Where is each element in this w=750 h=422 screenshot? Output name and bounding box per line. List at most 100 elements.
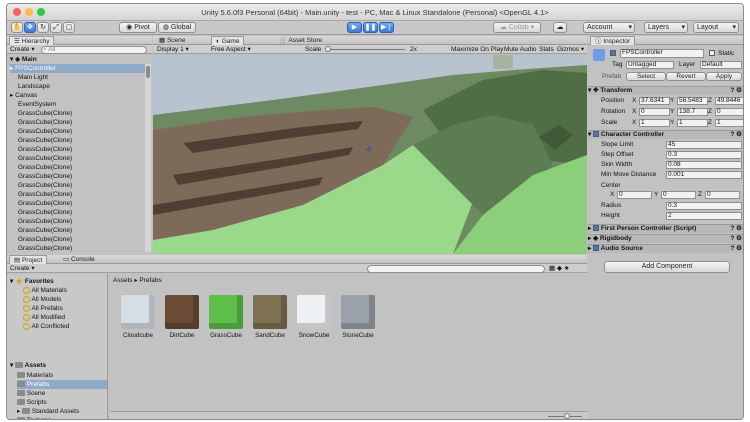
asset-folder[interactable]: Scene [17,389,45,398]
breadcrumb-prefabs[interactable]: Prefabs [139,277,161,284]
icon-size-slider-thumb[interactable] [564,413,570,419]
rect-tool-icon[interactable]: ▢ [63,22,75,33]
hierarchy-scroll-thumb[interactable] [146,66,150,78]
asset-folder[interactable]: Prefabs [17,380,107,389]
scale-y-field[interactable]: 1 [677,119,708,127]
min-move-distance-field[interactable]: 0.001 [666,171,742,179]
transform-header[interactable]: ▾ ✥ Transform? ⚙ [588,86,743,95]
character-controller-header[interactable]: ▾ Character Controller? ⚙ [588,130,743,139]
hierarchy-item[interactable]: GrassCube(Clone) [10,199,72,208]
active-checkbox[interactable] [610,50,616,56]
hierarchy-search-input[interactable]: ⌕ All [41,46,147,54]
breadcrumb-assets[interactable]: Assets [113,277,133,284]
tab-asset-store[interactable]: 🛒 Asset Store [275,36,326,45]
favorite-item[interactable]: All Conflicted [23,322,69,331]
asset-folder[interactable]: Materials [17,371,53,380]
asset-folder[interactable]: Scripts [17,398,47,407]
hierarchy-item[interactable]: GrassCube(Clone) [10,163,72,172]
scene-root[interactable]: ▾ ◈ Main [10,55,37,64]
filter-icon[interactable]: ▦ ◆ ★ [549,264,570,273]
favorite-item[interactable]: All Prefabs [23,304,63,313]
gizmos-dropdown[interactable]: Gizmos ▾ [557,45,584,54]
asset-folder[interactable]: Textures [17,416,51,419]
position-y-field[interactable]: 56.5483 [677,97,708,105]
assets-header[interactable]: ▾ Assets [10,361,46,370]
prefab-revert-button[interactable]: Revert [666,72,706,81]
tab-game[interactable]: ◐ Game [211,36,245,45]
layer-dropdown[interactable]: Default [700,61,742,69]
settings-gear-icon[interactable]: ? ⚙ [730,245,742,253]
collab-button[interactable]: ☁ Collab ▾ [493,22,541,33]
play-button[interactable]: ▶ [347,22,362,33]
hierarchy-scrollbar[interactable] [145,64,151,252]
asset-item[interactable]: Cloudcube [118,295,158,339]
hierarchy-item[interactable]: Landscape [10,82,50,91]
rotate-tool-icon[interactable]: ↻ [37,22,49,33]
display-dropdown[interactable]: Display 1 ▾ [157,45,189,54]
position-z-field[interactable]: 49.8446 [715,97,743,105]
settings-gear-icon[interactable]: ? ⚙ [730,225,742,233]
hierarchy-item[interactable]: ▸ FPSController [10,64,145,73]
hierarchy-item[interactable]: GrassCube(Clone) [10,208,72,217]
scale-z-field[interactable]: 1 [715,119,743,127]
asset-item[interactable]: StoneCube [338,295,378,339]
asset-folder[interactable]: ▸ Standard Assets [17,407,79,416]
tab-inspector[interactable]: ⓘ Inspector [590,36,636,45]
hierarchy-item[interactable]: GrassCube(Clone) [10,145,72,154]
settings-gear-icon[interactable]: ? ⚙ [730,131,742,139]
scale-slider[interactable] [325,46,405,52]
tag-dropdown[interactable]: Untagged [626,61,674,69]
settings-gear-icon[interactable]: ? ⚙ [730,87,742,95]
scale-tool-icon[interactable]: ⤢ [50,22,62,33]
scale-x-field[interactable]: 1 [639,119,670,127]
component-enabled-checkbox[interactable] [593,225,600,232]
asset-item[interactable]: GrassCube [206,295,246,339]
hierarchy-item[interactable]: GrassCube(Clone) [10,226,72,235]
tab-project[interactable]: ▤ Project [9,255,48,264]
hierarchy-item[interactable]: GrassCube(Clone) [10,136,72,145]
hierarchy-item[interactable]: GrassCube(Clone) [10,190,72,199]
project-create-button[interactable]: Create ▾ [10,264,35,273]
favorite-item[interactable]: All Modified [23,313,65,322]
hierarchy-item[interactable]: GrassCube(Clone) [10,127,72,136]
favorite-item[interactable]: All Materials [23,286,67,295]
static-checkbox[interactable] [709,50,715,56]
hierarchy-item[interactable]: Main Light [10,73,48,82]
tab-hierarchy[interactable]: ☰ Hierarchy [9,36,55,45]
favorites-header[interactable]: ▾ ★ Favorites [10,277,54,286]
hierarchy-item[interactable]: GrassCube(Clone) [10,244,72,253]
pause-button[interactable]: ❚❚ [363,22,378,33]
hierarchy-item[interactable]: GrassCube(Clone) [10,172,72,181]
move-tool-icon[interactable]: ✥ [24,22,36,33]
layers-dropdown[interactable]: Layers ▾ [644,22,688,33]
hierarchy-create-button[interactable]: Create ▾ [10,45,35,54]
component-enabled-checkbox[interactable] [593,245,600,252]
prefab-select-button[interactable]: Select [626,72,666,81]
center-z-field[interactable]: 0 [705,191,740,199]
component-audio-source[interactable]: ▸ Audio Source? ⚙ [588,244,743,253]
object-name-field[interactable]: FPSController [620,49,704,58]
hierarchy-item[interactable]: GrassCube(Clone) [10,181,72,190]
add-component-button[interactable]: Add Component [604,261,730,273]
hierarchy-item[interactable]: GrassCube(Clone) [10,235,72,244]
center-y-field[interactable]: 0 [661,191,696,199]
prefab-apply-button[interactable]: Apply [706,72,742,81]
cc-enabled-checkbox[interactable] [593,131,600,138]
slope-limit-field[interactable]: 45 [666,141,742,149]
game-viewport[interactable]: ✣ [153,55,587,254]
global-toggle[interactable]: ◍ Global [158,22,196,33]
position-x-field[interactable]: 37.6341 [639,97,670,105]
radius-field[interactable]: 0.3 [666,202,742,210]
favorite-item[interactable]: All Models [23,295,61,304]
asset-item[interactable]: SandCube [250,295,290,339]
center-x-field[interactable]: 0 [617,191,652,199]
step-button[interactable]: ▶❘ [379,22,394,33]
component-rigidbody[interactable]: ▸ ◆ Rigidbody? ⚙ [588,234,743,243]
pivot-toggle[interactable]: ◉ Pivot [119,22,157,33]
rotation-z-field[interactable]: 0 [715,108,743,116]
hierarchy-item[interactable]: GrassCube(Clone) [10,217,72,226]
hierarchy-item[interactable]: GrassCube(Clone) [10,154,72,163]
asset-item[interactable]: SnowCube [294,295,334,339]
component-first-person-controller[interactable]: ▸ First Person Controller (Script)? ⚙ [588,224,743,233]
hierarchy-item[interactable]: GrassCube(Clone) [10,118,72,127]
